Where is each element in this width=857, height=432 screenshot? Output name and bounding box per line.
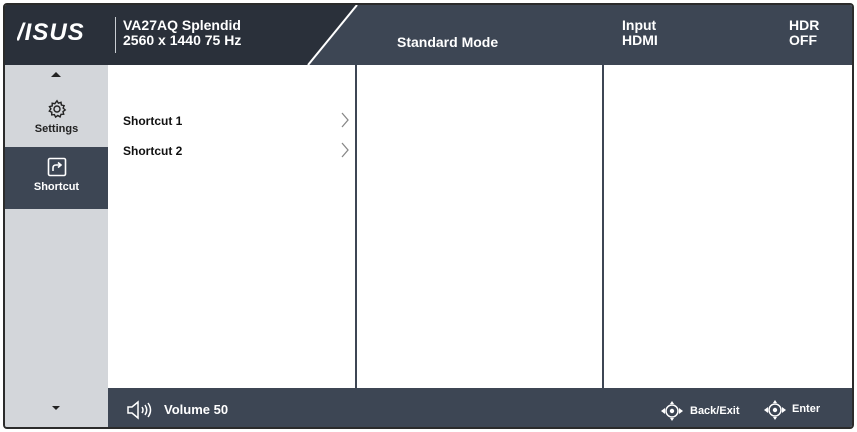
menu-column-2 bbox=[357, 65, 602, 388]
enter-label: Enter bbox=[792, 403, 821, 415]
sidebar-item-label: Shortcut bbox=[33, 181, 80, 193]
shortcut-icon bbox=[47, 157, 66, 177]
menu-column-3 bbox=[604, 65, 852, 388]
footer-sidebar-area bbox=[5, 388, 108, 427]
scroll-down-arrow[interactable] bbox=[52, 406, 60, 410]
gear-icon bbox=[47, 99, 66, 119]
sidebar-item-label: Settings bbox=[34, 123, 79, 135]
asus-logo: /ISUS bbox=[17, 20, 85, 44]
hdr-value: OFF bbox=[789, 32, 817, 48]
input-label: Input bbox=[622, 17, 657, 33]
sidebar-item-settings[interactable]: Settings bbox=[5, 93, 108, 145]
menu-column-1: Shortcut 1 Shortcut 2 bbox=[108, 65, 355, 388]
model-name: VA27AQ Splendid bbox=[123, 17, 241, 33]
joystick-back-icon bbox=[661, 401, 683, 421]
sidebar: Settings Shortcut bbox=[5, 65, 108, 388]
input-status: Input HDMI bbox=[622, 18, 658, 48]
resolution-info: 2560 x 1440 75 Hz bbox=[123, 32, 242, 48]
volume-label: Volume 50 bbox=[164, 402, 229, 417]
logo-divider bbox=[115, 17, 116, 53]
joystick-enter-icon bbox=[764, 400, 786, 420]
model-info: VA27AQ Splendid 2560 x 1440 75 Hz bbox=[123, 18, 241, 48]
chevron-right-icon bbox=[341, 142, 349, 158]
current-mode: Standard Mode bbox=[397, 34, 499, 50]
scroll-up-arrow[interactable] bbox=[51, 72, 61, 77]
header-bar: /ISUS VA27AQ Splendid 2560 x 1440 75 Hz … bbox=[5, 5, 852, 65]
footer-bar: Volume 50 Back/Exit Enter bbox=[5, 388, 852, 427]
hdr-status: HDR OFF bbox=[789, 18, 819, 48]
back-exit-label: Back/Exit bbox=[690, 405, 740, 417]
chevron-right-icon bbox=[341, 112, 349, 128]
menu-item-shortcut-1[interactable]: Shortcut 1 bbox=[123, 109, 350, 133]
speaker-icon bbox=[127, 400, 152, 420]
sidebar-item-shortcut[interactable]: Shortcut bbox=[5, 147, 108, 209]
asus-logo-text: /ISUS bbox=[17, 20, 85, 44]
menu-item-label: Shortcut 1 bbox=[123, 114, 183, 128]
input-value: HDMI bbox=[622, 32, 658, 48]
osd-menu: /ISUS VA27AQ Splendid 2560 x 1440 75 Hz … bbox=[3, 3, 854, 429]
menu-item-label: Shortcut 2 bbox=[123, 144, 183, 158]
menu-item-shortcut-2[interactable]: Shortcut 2 bbox=[123, 139, 350, 163]
hdr-label: HDR bbox=[789, 17, 820, 33]
